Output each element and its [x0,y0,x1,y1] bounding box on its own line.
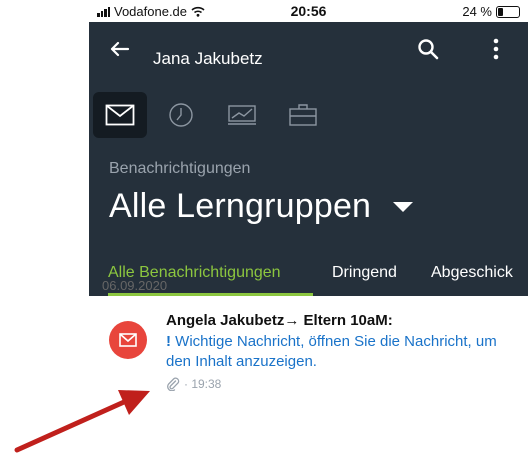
active-tab-indicator [108,293,313,296]
notification-sender: Angela Jakubetz→ Eltern 10aM: [166,312,393,329]
notification-message: ! Wichtige Nachricht, öffnen Sie die Nac… [166,332,516,372]
statistics-tab[interactable] [215,92,269,138]
section-subtitle: Benachrichtigungen [109,160,251,177]
important-marker: ! [166,333,171,350]
paperclip-icon [167,377,180,391]
group-selector[interactable]: Alle Lerngruppen [109,187,414,226]
notification-time: · 19:38 [184,377,222,391]
status-right: 24 % [462,4,520,19]
battery-percent: 24 % [462,4,492,19]
status-bar: Vodafone.de 20:56 24 % [89,0,528,22]
files-tab[interactable] [276,92,330,138]
briefcase-icon [289,104,317,126]
more-vertical-icon[interactable] [486,36,506,62]
envelope-icon [105,104,135,126]
app-header: Jana Jakubetz Benachrichtigungen Alle Le… [89,22,528,296]
envelope-icon [119,333,137,347]
battery-icon [496,5,520,18]
message-avatar [109,321,147,359]
group-selector-label: Alle Lerngruppen [109,187,372,225]
clock-icon [169,103,193,127]
phone-screen: Vodafone.de 20:56 24 % Jana Jakubetz Ben… [89,0,528,456]
caret-down-icon [393,201,414,212]
date-header: 06.09.2020 [102,278,168,293]
notification-meta: · 19:38 [166,377,221,391]
chart-icon [228,105,256,125]
notification-item[interactable]: Angela Jakubetz→ Eltern 10aM: ! Wichtige… [109,312,528,422]
notification-text: Wichtige Nachricht, öffnen Sie die Nachr… [166,333,497,370]
section-icon-row [89,92,528,138]
app-bar: Jana Jakubetz [89,22,528,78]
back-arrow-icon[interactable] [107,36,133,62]
messages-tab[interactable] [93,92,147,138]
search-icon[interactable] [415,36,441,62]
tab-sent[interactable]: Abgeschick [431,264,513,282]
tab-urgent[interactable]: Dringend [332,264,397,282]
timeline-tab[interactable] [154,92,208,138]
page-title: Jana Jakubetz [153,49,263,68]
